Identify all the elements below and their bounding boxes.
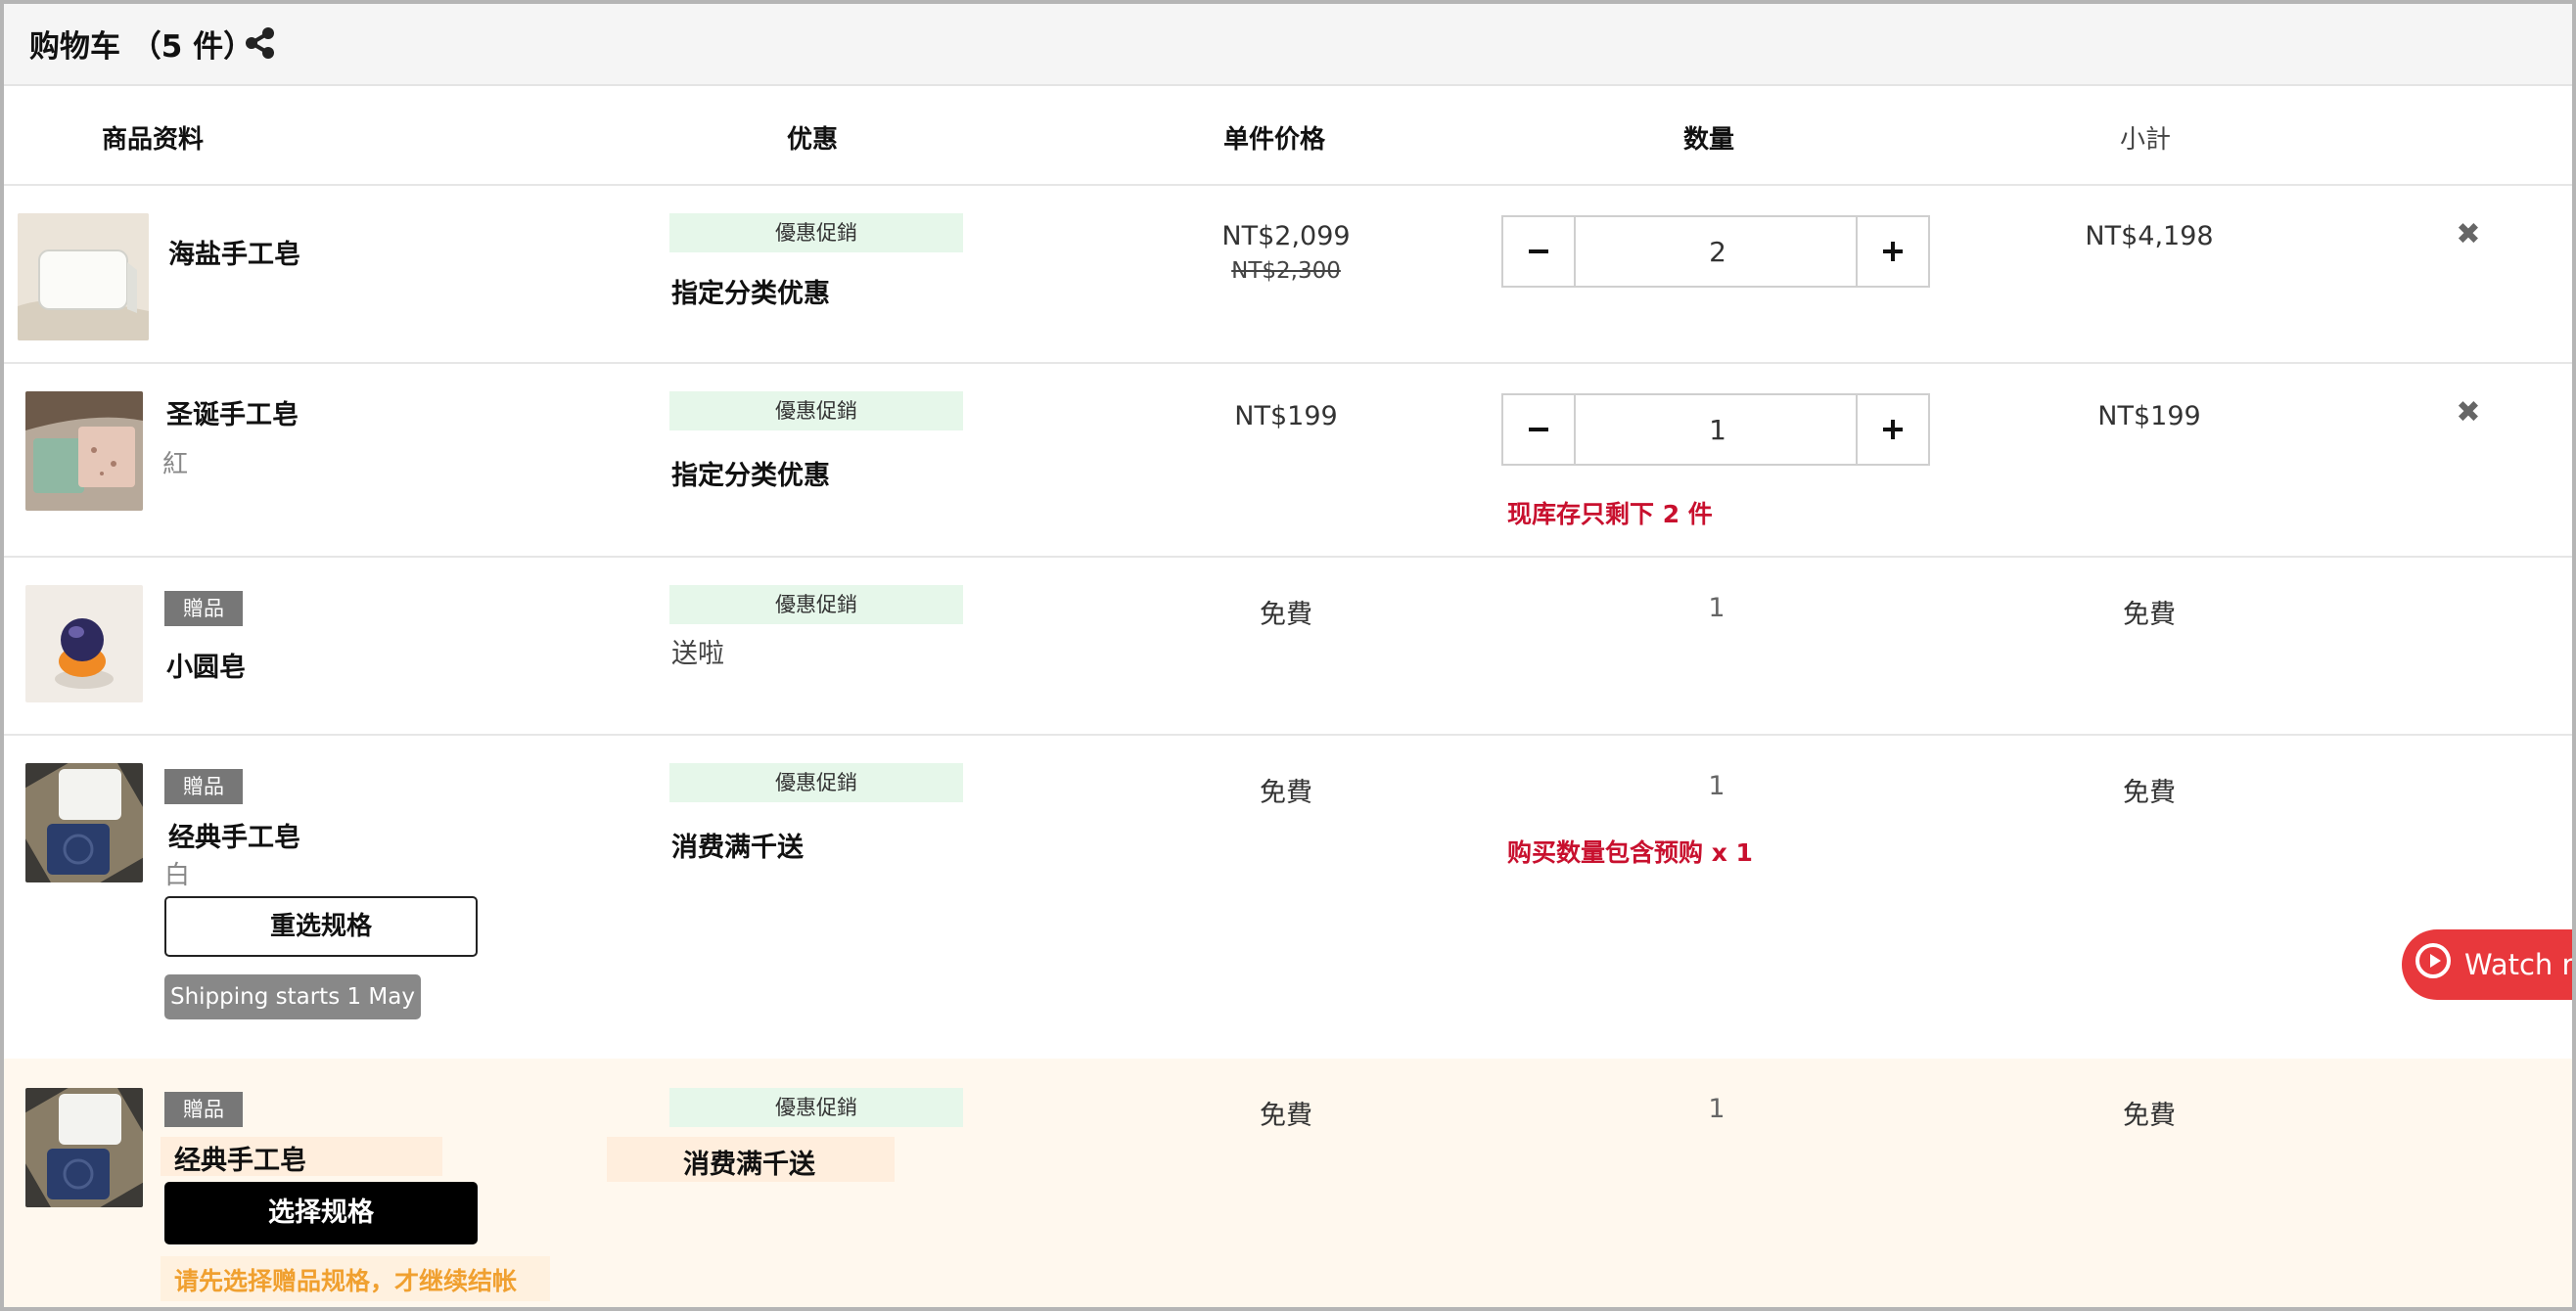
remove-item-icon[interactable]: ✖: [2453, 397, 2484, 429]
reselect-spec-button[interactable]: 重选规格: [164, 896, 478, 957]
decrease-quantity-button[interactable]: [1503, 217, 1576, 286]
promo-badge: 優惠促銷: [669, 763, 963, 802]
shipping-date-badge: Shipping starts 1 May: [164, 974, 421, 1019]
preorder-note: 购买数量包含预购 x 1: [1507, 838, 1753, 867]
quantity-stepper: [1501, 393, 1930, 466]
promo-badge: 優惠促銷: [669, 1088, 963, 1127]
subtotal: NT$4,198: [2085, 221, 2214, 251]
remove-item-icon[interactable]: ✖: [2453, 219, 2484, 250]
promo-badge: 優惠促銷: [669, 585, 963, 624]
subtotal: 免費: [2123, 1101, 2176, 1131]
quantity-value: 1: [1708, 1094, 1725, 1124]
play-icon: [2415, 943, 2451, 978]
subtotal: 免費: [2123, 600, 2176, 630]
gift-spec-warning: 请先选择赠品规格，才继续结帐: [174, 1267, 518, 1295]
quantity-input[interactable]: [1576, 217, 1860, 286]
promo-name: 指定分类优惠: [671, 279, 830, 309]
gift-badge: 贈品: [164, 1092, 243, 1127]
quantity-stepper: [1501, 215, 1930, 288]
column-header-unit-price: 单件价格: [1223, 125, 1326, 155]
product-variant: 紅: [162, 450, 189, 479]
share-icon[interactable]: [243, 25, 278, 61]
product-image[interactable]: [18, 213, 149, 340]
product-name[interactable]: 经典手工皂: [168, 816, 300, 854]
product-image[interactable]: [25, 1088, 143, 1207]
quantity-input[interactable]: [1576, 395, 1860, 464]
gift-badge: 贈品: [164, 591, 243, 626]
increase-quantity-button[interactable]: [1856, 395, 1928, 464]
column-header-subtotal: 小計: [2120, 125, 2172, 155]
original-price: NT$2,300: [1231, 258, 1341, 284]
promo-name: 消费满千送: [671, 833, 804, 863]
unit-price: 免費: [1260, 1101, 1312, 1131]
unit-price: 免費: [1260, 778, 1312, 808]
stock-warning: 现库存只剩下 2 件: [1507, 500, 1713, 528]
cart-page: 购物车 （5 件） 商品资料 优惠 单件价格 数量 小計 海盐手工皂 優惠促銷 …: [4, 4, 2572, 1307]
promo-name: 指定分类优惠: [671, 461, 830, 491]
gift-badge: 贈品: [164, 769, 243, 804]
unit-price: NT$199: [1234, 401, 1338, 431]
cart-title: 购物车 （5 件）: [29, 29, 254, 65]
watch-live-button[interactable]: Watch re: [2402, 929, 2572, 1000]
product-name[interactable]: 圣诞手工皂: [166, 393, 299, 431]
product-name[interactable]: 小圆皂: [166, 646, 246, 684]
product-image[interactable]: [25, 391, 143, 511]
increase-quantity-button[interactable]: [1856, 217, 1928, 286]
divider: [4, 734, 2572, 736]
unit-price: NT$2,099: [1221, 221, 1351, 251]
promo-badge: 優惠促銷: [669, 213, 963, 252]
column-header-quantity: 数量: [1683, 125, 1735, 155]
product-image[interactable]: [25, 763, 143, 882]
cart-header: 购物车 （5 件）: [4, 4, 2572, 86]
product-variant: 白: [164, 861, 191, 890]
column-header-product: 商品资料: [102, 125, 205, 155]
product-name[interactable]: 经典手工皂: [174, 1139, 306, 1177]
promo-badge: 優惠促銷: [669, 391, 963, 430]
unit-price: 免費: [1260, 600, 1312, 630]
promo-name: 消费满千送: [683, 1150, 815, 1180]
quantity-value: 1: [1708, 593, 1725, 623]
product-name[interactable]: 海盐手工皂: [168, 233, 300, 271]
divider: [4, 184, 2572, 186]
decrease-quantity-button[interactable]: [1503, 395, 1576, 464]
divider: [4, 362, 2572, 364]
product-image[interactable]: [25, 585, 143, 702]
watch-live-label: Watch re: [2464, 948, 2572, 981]
subtotal: NT$199: [2097, 401, 2201, 431]
quantity-value: 1: [1708, 771, 1725, 801]
divider: [4, 556, 2572, 558]
select-spec-button[interactable]: 选择规格: [164, 1182, 478, 1244]
promo-name: 送啦: [671, 639, 724, 669]
column-header-promotion: 优惠: [787, 125, 839, 155]
subtotal: 免費: [2123, 778, 2176, 808]
